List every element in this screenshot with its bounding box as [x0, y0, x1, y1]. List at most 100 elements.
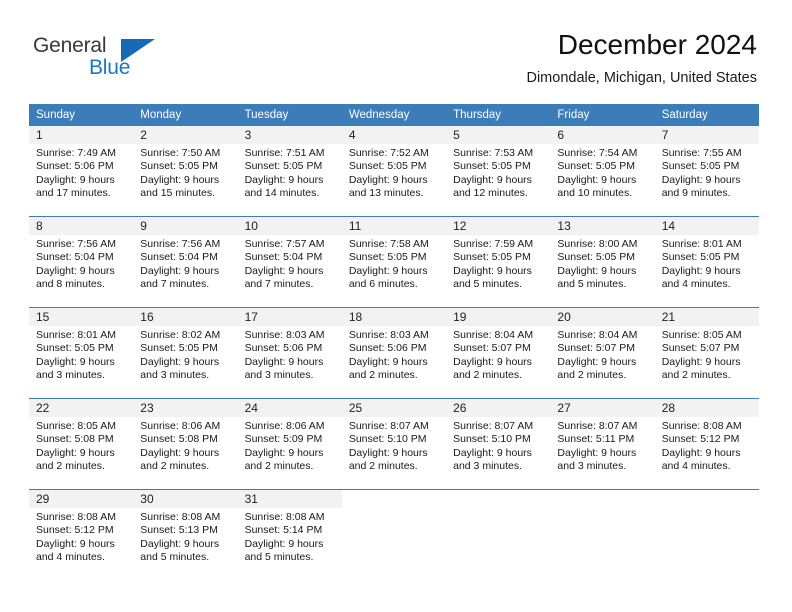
- day-cell[interactable]: 30 Sunrise: 8:08 AM Sunset: 5:13 PM Dayl…: [133, 490, 238, 580]
- day-number: 6: [550, 126, 655, 144]
- sunset-text: Sunset: 5:10 PM: [453, 433, 531, 446]
- sunrise-text: Sunrise: 8:01 AM: [661, 238, 742, 250]
- day-cell[interactable]: 17 Sunrise: 8:03 AM Sunset: 5:06 PM Dayl…: [237, 308, 342, 398]
- day-number: 29: [29, 490, 134, 508]
- day-cell[interactable]: 4 Sunrise: 7:52 AM Sunset: 5:05 PM Dayli…: [341, 126, 447, 216]
- day-cell[interactable]: 31 Sunrise: 8:08 AM Sunset: 5:14 PM Dayl…: [237, 490, 342, 580]
- day-details: Sunrise: 8:08 AM Sunset: 5:12 PM Dayligh…: [655, 417, 759, 474]
- day-number: [550, 490, 654, 508]
- day-details: Sunrise: 7:52 AM Sunset: 5:05 PM Dayligh…: [342, 144, 446, 201]
- daylight-text-line2: and 7 minutes.: [244, 278, 314, 291]
- day-number: [655, 490, 759, 508]
- day-cell[interactable]: 5 Sunrise: 7:53 AM Sunset: 5:05 PM Dayli…: [446, 126, 551, 216]
- day-cell[interactable]: 20 Sunrise: 8:04 AM Sunset: 5:07 PM Dayl…: [550, 308, 655, 398]
- day-details: Sunrise: 7:58 AM Sunset: 5:05 PM Dayligh…: [342, 235, 446, 292]
- sunrise-text: Sunrise: 8:06 AM: [140, 420, 221, 432]
- day-details: Sunrise: 8:04 AM Sunset: 5:07 PM Dayligh…: [550, 326, 654, 383]
- day-cell[interactable]: 23 Sunrise: 8:06 AM Sunset: 5:08 PM Dayl…: [133, 399, 238, 489]
- day-number: 13: [550, 217, 655, 235]
- daylight-text-line1: Daylight: 9 hours: [36, 355, 115, 368]
- daylight-text-line1: Daylight: 9 hours: [557, 264, 637, 277]
- day-cell[interactable]: 18 Sunrise: 8:03 AM Sunset: 5:06 PM Dayl…: [341, 308, 447, 398]
- page-header: General Blue December 2024 Dimondale, Mi…: [0, 0, 792, 100]
- day-cell[interactable]: 13 Sunrise: 8:00 AM Sunset: 5:05 PM Dayl…: [550, 217, 655, 307]
- day-cell[interactable]: 9 Sunrise: 7:56 AM Sunset: 5:04 PM Dayli…: [133, 217, 238, 307]
- day-number: 8: [29, 217, 134, 235]
- day-cell[interactable]: 16 Sunrise: 8:02 AM Sunset: 5:05 PM Dayl…: [133, 308, 238, 398]
- sunset-text: Sunset: 5:05 PM: [661, 251, 740, 264]
- daylight-text-line2: and 2 minutes.: [453, 369, 523, 382]
- day-cell[interactable]: 7 Sunrise: 7:55 AM Sunset: 5:05 PM Dayli…: [654, 126, 759, 216]
- day-details: Sunrise: 8:07 AM Sunset: 5:11 PM Dayligh…: [550, 417, 654, 474]
- day-cell[interactable]: 25 Sunrise: 8:07 AM Sunset: 5:10 PM Dayl…: [341, 399, 447, 489]
- daylight-text-line1: Daylight: 9 hours: [348, 446, 428, 459]
- day-cell[interactable]: 11 Sunrise: 7:58 AM Sunset: 5:05 PM Dayl…: [341, 217, 447, 307]
- day-cell-empty: [446, 490, 550, 580]
- day-cell[interactable]: 2 Sunrise: 7:50 AM Sunset: 5:05 PM Dayli…: [133, 126, 238, 216]
- day-details: Sunrise: 8:04 AM Sunset: 5:07 PM Dayligh…: [446, 326, 550, 383]
- sunset-text: Sunset: 5:05 PM: [244, 160, 323, 173]
- sunrise-text: Sunrise: 8:07 AM: [348, 420, 429, 432]
- daylight-text-line1: Daylight: 9 hours: [36, 537, 115, 550]
- sunset-text: Sunset: 5:05 PM: [557, 160, 636, 173]
- day-number: 22: [29, 399, 134, 417]
- day-number: 5: [446, 126, 551, 144]
- weekday-header-monday: Monday: [133, 104, 238, 126]
- day-cell[interactable]: 12 Sunrise: 7:59 AM Sunset: 5:05 PM Dayl…: [446, 217, 551, 307]
- day-cell[interactable]: 26 Sunrise: 8:07 AM Sunset: 5:10 PM Dayl…: [446, 399, 551, 489]
- daylight-text-line2: and 15 minutes.: [140, 187, 215, 200]
- day-cell[interactable]: 28 Sunrise: 8:08 AM Sunset: 5:12 PM Dayl…: [654, 399, 759, 489]
- day-cell[interactable]: 19 Sunrise: 8:04 AM Sunset: 5:07 PM Dayl…: [446, 308, 551, 398]
- day-details: Sunrise: 7:59 AM Sunset: 5:05 PM Dayligh…: [446, 235, 550, 292]
- day-cell[interactable]: 6 Sunrise: 7:54 AM Sunset: 5:05 PM Dayli…: [550, 126, 655, 216]
- sunrise-text: Sunrise: 8:05 AM: [661, 329, 742, 341]
- day-number: 20: [550, 308, 655, 326]
- day-cell[interactable]: 3 Sunrise: 7:51 AM Sunset: 5:05 PM Dayli…: [237, 126, 342, 216]
- sunrise-text: Sunrise: 8:00 AM: [557, 238, 638, 250]
- general-blue-logo: General Blue: [33, 34, 233, 86]
- daylight-text-line1: Daylight: 9 hours: [140, 355, 220, 368]
- day-number: 16: [133, 308, 238, 326]
- weekday-header-wednesday: Wednesday: [341, 104, 447, 126]
- sunset-text: Sunset: 5:04 PM: [36, 251, 114, 264]
- daylight-text-line1: Daylight: 9 hours: [557, 355, 637, 368]
- daylight-text-line2: and 2 minutes.: [557, 369, 627, 382]
- sunrise-text: Sunrise: 8:03 AM: [348, 329, 429, 341]
- day-cell[interactable]: 1 Sunrise: 7:49 AM Sunset: 5:06 PM Dayli…: [29, 126, 134, 216]
- day-details: Sunrise: 8:06 AM Sunset: 5:09 PM Dayligh…: [238, 417, 342, 474]
- sunset-text: Sunset: 5:12 PM: [661, 433, 740, 446]
- daylight-text-line1: Daylight: 9 hours: [140, 264, 220, 277]
- daylight-text-line2: and 2 minutes.: [348, 460, 418, 473]
- sunrise-text: Sunrise: 8:08 AM: [140, 511, 221, 523]
- day-number: 24: [237, 399, 342, 417]
- daylight-text-line2: and 8 minutes.: [36, 278, 105, 291]
- day-cell[interactable]: 27 Sunrise: 8:07 AM Sunset: 5:11 PM Dayl…: [550, 399, 655, 489]
- daylight-text-line1: Daylight: 9 hours: [453, 264, 532, 277]
- daylight-text-line2: and 5 minutes.: [244, 551, 314, 564]
- day-cell[interactable]: 15 Sunrise: 8:01 AM Sunset: 5:05 PM Dayl…: [29, 308, 134, 398]
- daylight-text-line1: Daylight: 9 hours: [661, 446, 741, 459]
- sunset-text: Sunset: 5:06 PM: [244, 342, 323, 355]
- sunrise-text: Sunrise: 8:04 AM: [453, 329, 534, 341]
- day-cell[interactable]: 24 Sunrise: 8:06 AM Sunset: 5:09 PM Dayl…: [237, 399, 342, 489]
- daylight-text-line2: and 3 minutes.: [244, 369, 314, 382]
- day-cell[interactable]: 22 Sunrise: 8:05 AM Sunset: 5:08 PM Dayl…: [29, 399, 134, 489]
- day-cell[interactable]: 29 Sunrise: 8:08 AM Sunset: 5:12 PM Dayl…: [29, 490, 134, 580]
- daylight-text-line1: Daylight: 9 hours: [36, 264, 115, 277]
- sunrise-text: Sunrise: 8:07 AM: [557, 420, 638, 432]
- sunrise-text: Sunrise: 7:53 AM: [453, 147, 534, 159]
- day-details: Sunrise: 7:56 AM Sunset: 5:04 PM Dayligh…: [29, 235, 133, 292]
- day-cell[interactable]: 10 Sunrise: 7:57 AM Sunset: 5:04 PM Dayl…: [237, 217, 342, 307]
- day-cell[interactable]: 8 Sunrise: 7:56 AM Sunset: 5:04 PM Dayli…: [29, 217, 134, 307]
- daylight-text-line1: Daylight: 9 hours: [244, 264, 324, 277]
- day-cell[interactable]: 21 Sunrise: 8:05 AM Sunset: 5:07 PM Dayl…: [654, 308, 759, 398]
- day-number: 28: [654, 399, 759, 417]
- sunset-text: Sunset: 5:04 PM: [244, 251, 323, 264]
- day-details: Sunrise: 8:08 AM Sunset: 5:13 PM Dayligh…: [133, 508, 237, 565]
- day-cell[interactable]: 14 Sunrise: 8:01 AM Sunset: 5:05 PM Dayl…: [654, 217, 759, 307]
- day-number: 11: [341, 217, 447, 235]
- sunrise-text: Sunrise: 7:57 AM: [244, 238, 325, 250]
- daylight-text-line2: and 4 minutes.: [661, 278, 731, 291]
- sunset-text: Sunset: 5:08 PM: [140, 433, 218, 446]
- day-number: 23: [133, 399, 238, 417]
